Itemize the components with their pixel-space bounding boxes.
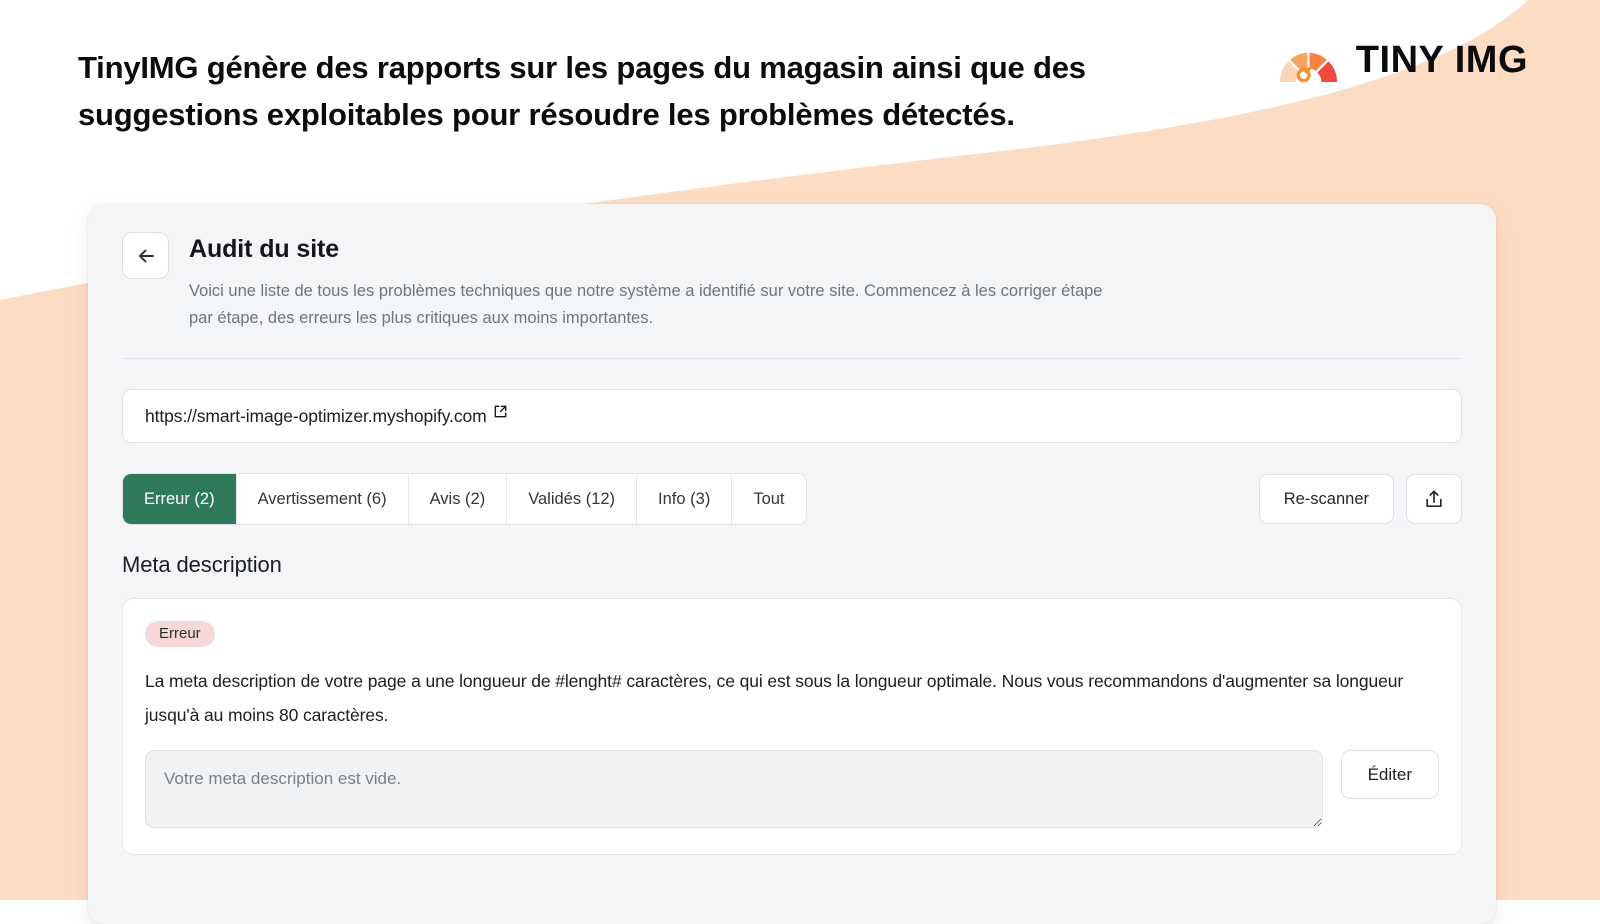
export-button[interactable] xyxy=(1406,474,1462,525)
store-url-text: https://smart-image-optimizer.myshopify.… xyxy=(145,405,487,426)
brand-name: TINY IMG xyxy=(1355,39,1528,81)
page-title: Audit du site xyxy=(189,235,340,263)
export-icon xyxy=(1426,490,1442,508)
gauge-hub-icon xyxy=(1296,68,1311,83)
brand-logo: TINY IMG xyxy=(1278,36,1528,84)
back-button[interactable] xyxy=(122,232,169,279)
toolbar: Erreur (2) Avertissement (6) Avis (2) Va… xyxy=(122,473,1462,526)
tab-avis[interactable]: Avis (2) xyxy=(408,474,508,525)
page-subtitle: Voici une liste de tous les problèmes te… xyxy=(189,282,1103,328)
tab-valides[interactable]: Validés (12) xyxy=(507,474,638,525)
issue-group-title: Meta description xyxy=(122,552,282,578)
tab-erreur[interactable]: Erreur (2) xyxy=(123,474,237,525)
rescan-button[interactable]: Re-scanner xyxy=(1258,474,1394,525)
arrow-left-icon xyxy=(138,249,154,262)
card-header: Audit du site Voici une liste de tous le… xyxy=(122,204,1462,332)
hero-headline: TinyIMG génère des rapports sur les page… xyxy=(78,50,1086,132)
issue-description: La meta description de votre page a une … xyxy=(145,671,1404,726)
header-divider xyxy=(122,358,1462,360)
toolbar-actions: Re-scanner xyxy=(1258,474,1462,525)
store-url-field[interactable]: https://smart-image-optimizer.myshopify.… xyxy=(122,389,1462,444)
edit-button[interactable]: Éditer xyxy=(1340,750,1439,800)
issue-editor-row: Éditer xyxy=(145,750,1439,829)
tab-tout[interactable]: Tout xyxy=(732,474,806,525)
status-badge: Erreur xyxy=(145,621,215,648)
audit-card: Audit du site Voici une liste de tous le… xyxy=(88,204,1496,924)
meta-description-input[interactable] xyxy=(145,750,1323,829)
gauge-icon xyxy=(1279,52,1337,83)
external-link-icon[interactable] xyxy=(493,404,508,419)
card-heading-block: Audit du site Voici une liste de tous le… xyxy=(189,232,1114,332)
severity-filter-tabs: Erreur (2) Avertissement (6) Avis (2) Va… xyxy=(122,473,807,526)
tab-info[interactable]: Info (3) xyxy=(637,474,733,525)
issue-card: Erreur La meta description de votre page… xyxy=(122,598,1462,856)
tab-avertissement[interactable]: Avertissement (6) xyxy=(236,474,409,525)
hero-section: TinyIMG génère des rapports sur les page… xyxy=(78,44,1198,138)
